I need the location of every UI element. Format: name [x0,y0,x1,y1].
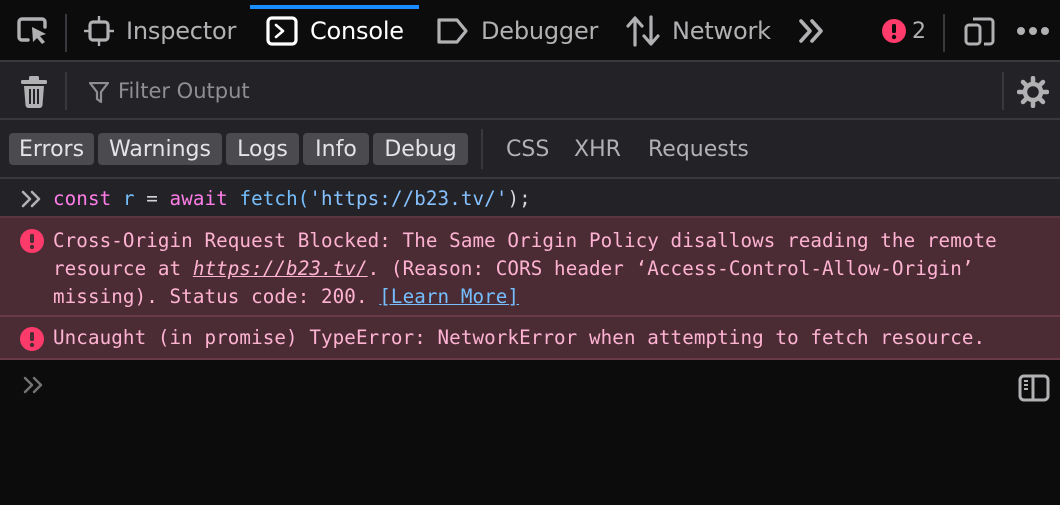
category-divider [481,129,483,169]
filter-css-button[interactable]: CSS [506,133,549,165]
tab-label: Console [310,17,404,45]
tab-inspector[interactable]: Inspector [84,0,236,62]
filter-xhr-button[interactable]: XHR [574,133,621,165]
variable: r [122,187,135,210]
filter-logs-button[interactable]: Logs [226,133,299,165]
operator: = [134,187,170,210]
console-icon [266,16,298,46]
error-text: Uncaught (in promise) TypeError: Network… [53,326,986,349]
responsive-design-icon [964,17,995,46]
tab-label: Network [672,17,771,45]
error-circle-icon [882,19,906,43]
error-line: missing). Status code: 200. [53,285,380,308]
error-line: . (Reason: CORS header ‘Access-Control-A… [367,257,974,280]
devtools-toolbar: Inspector Console Debugger Network 2 [0,0,1060,62]
crosshair-icon [84,16,114,46]
filter-errors-button[interactable]: Errors [9,133,94,165]
toolbar-divider [65,14,67,52]
chevron-double-right-icon [23,376,43,394]
chevron-double-right-icon [799,19,823,43]
error-text: Cross-Origin Request Blocked: The Same O… [53,227,997,311]
tab-console[interactable]: Console [266,0,404,62]
error-line: Cross-Origin Request Blocked: The Same O… [53,229,997,252]
sidebar-toggle-icon [1018,374,1050,402]
learn-more-link[interactable]: [Learn More] [379,285,519,308]
error-line: resource at [53,257,193,280]
console-command-row: const r = await fetch('https://b23.tv/')… [0,179,1060,218]
tab-network[interactable]: Network [626,0,771,62]
responsive-design-button[interactable] [964,0,996,62]
ellipsis-icon [1017,27,1049,35]
filter-divider [65,72,67,110]
filter-divider [1002,72,1004,110]
string-literal: 'https://b23.tv/' [309,187,508,210]
tab-label: Debugger [481,17,599,45]
console-error-message: Uncaught (in promise) TypeError: Network… [0,317,1060,360]
console-error-message: Cross-Origin Request Blocked: The Same O… [0,218,1060,317]
filter-warnings-button[interactable]: Warnings [98,133,222,165]
element-picker-button[interactable] [16,0,50,62]
filter-output-input[interactable] [86,72,986,110]
network-arrows-icon [626,15,660,47]
punctuation: ); [507,187,531,210]
console-input[interactable] [0,360,1060,505]
keyword: await [169,187,228,210]
toolbar-divider [943,14,945,52]
filter-requests-button[interactable]: Requests [648,133,749,165]
function-call: fetch( [227,187,310,210]
filter-bar [0,62,1060,120]
element-picker-icon [17,17,47,44]
chevron-double-right-icon [21,190,41,208]
editor-toggle-button[interactable] [1018,374,1050,406]
debugger-icon [437,18,468,44]
error-count-button[interactable]: 2 [882,0,926,62]
log-level-filters: Errors Warnings Logs Info Debug CSS XHR … [0,120,1060,179]
resource-link[interactable]: https://b23.tv/ [193,257,368,280]
clear-console-button[interactable] [21,76,47,112]
error-icon [20,229,44,253]
console-settings-button[interactable] [1016,75,1050,112]
trash-icon [21,76,47,108]
filter-info-button[interactable]: Info [303,133,369,165]
toolbox-menu-button[interactable] [1016,0,1050,62]
tab-label: Inspector [126,17,237,45]
gear-icon [1016,75,1050,109]
command-text: const r = await fetch('https://b23.tv/')… [53,187,531,210]
error-icon [20,327,44,351]
tab-debugger[interactable]: Debugger [435,0,598,62]
more-tabs-button[interactable] [798,0,826,62]
keyword: const [53,187,112,210]
error-count: 2 [912,18,926,44]
filter-debug-button[interactable]: Debug [373,133,468,165]
